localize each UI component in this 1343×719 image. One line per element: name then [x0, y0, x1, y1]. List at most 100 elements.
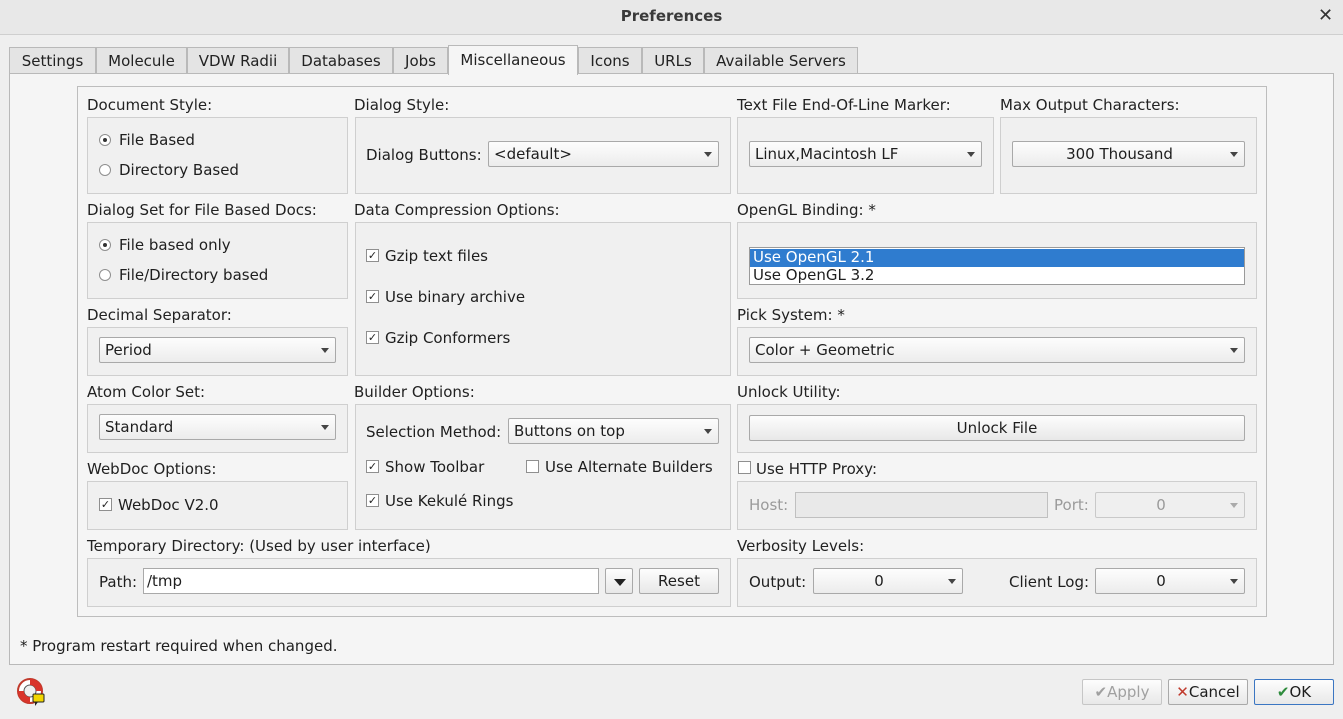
chevron-down-icon [1230, 152, 1238, 157]
temp-dir-label: Temporary Directory: (Used by user inter… [87, 537, 431, 555]
document-style-label: Document Style: [87, 96, 213, 114]
proxy-port-spinbox[interactable]: 0 [1095, 492, 1245, 518]
proxy-port-value: 0 [1156, 496, 1166, 514]
file-based-only-label: File based only [119, 236, 231, 254]
tab-available-servers[interactable]: Available Servers [704, 47, 858, 73]
client-log-spinbox[interactable]: 0 [1095, 568, 1245, 594]
gzip-conformers-checkbox[interactable]: ✓ [366, 331, 379, 344]
alternate-builders-label: Use Alternate Builders [545, 458, 713, 476]
webdoc-checkbox[interactable]: ✓ [99, 498, 112, 511]
file-directory-based-label: File/Directory based [119, 266, 269, 284]
webdoc-item-label: WebDoc V2.0 [118, 496, 219, 514]
selection-method-combo[interactable]: Buttons on top [508, 418, 719, 444]
path-value: /tmp [147, 572, 183, 590]
binary-archive-checkbox[interactable]: ✓ [366, 290, 379, 303]
reset-button[interactable]: Reset [639, 568, 719, 594]
opengl-label: OpenGL Binding: * [737, 201, 876, 219]
radio-file-based[interactable] [99, 134, 111, 146]
chevron-down-icon [1230, 503, 1238, 508]
gzip-text-checkbox[interactable]: ✓ [366, 249, 379, 262]
client-log-label: Client Log: [1009, 573, 1090, 591]
restart-note: * Program restart required when changed. [20, 637, 338, 655]
tab-icons[interactable]: Icons [578, 47, 642, 73]
compression-label: Data Compression Options: [354, 201, 560, 219]
apply-button[interactable]: ✔Apply [1082, 679, 1162, 705]
max-output-label: Max Output Characters: [1000, 96, 1180, 114]
window-title: Preferences [620, 7, 723, 25]
path-input[interactable]: /tmp [143, 568, 599, 594]
selection-method-value: Buttons on top [514, 422, 625, 440]
decimal-separator-label: Decimal Separator: [87, 306, 232, 324]
checkmark-icon: ✔ [1276, 683, 1290, 701]
checkmark-icon: ✔ [1094, 683, 1108, 701]
dialog-set-group [87, 222, 348, 299]
opengl-dropdown-list[interactable]: Use OpenGL 2.1 Use OpenGL 3.2 [749, 247, 1245, 285]
http-proxy-label: Use HTTP Proxy: [756, 460, 877, 478]
decimal-separator-value: Period [105, 341, 152, 359]
atom-color-value: Standard [105, 418, 174, 436]
document-style-group [87, 117, 348, 194]
webdoc-label: WebDoc Options: [87, 460, 217, 478]
kekule-rings-checkbox[interactable]: ✓ [366, 494, 379, 507]
chevron-down-icon [321, 348, 329, 353]
atom-color-label: Atom Color Set: [87, 383, 206, 401]
cancel-button[interactable]: ✕Cancel [1168, 679, 1248, 705]
opengl-option-2-1[interactable]: Use OpenGL 2.1 [750, 249, 1244, 267]
tab-databases[interactable]: Databases [289, 47, 393, 73]
chevron-down-icon [704, 429, 712, 434]
chevron-down-icon [1230, 348, 1238, 353]
alternate-builders-checkbox[interactable] [526, 460, 539, 473]
opengl-option-3-2[interactable]: Use OpenGL 3.2 [750, 267, 1244, 285]
eol-value: Linux,Macintosh LF [755, 145, 899, 163]
tab-molecule[interactable]: Molecule [96, 47, 187, 73]
unlock-file-button[interactable]: Unlock File [749, 415, 1245, 441]
dialog-buttons-value: <default> [494, 145, 572, 163]
path-label: Path: [99, 573, 138, 591]
dialog-buttons-label: Dialog Buttons: [366, 146, 482, 164]
tab-urls[interactable]: URLs [642, 47, 704, 73]
output-level-value: 0 [874, 572, 884, 590]
pick-system-combo[interactable]: Color + Geometric [749, 337, 1245, 363]
selection-method-label: Selection Method: [366, 423, 502, 441]
eol-combo[interactable]: Linux,Macintosh LF [749, 141, 982, 167]
x-icon: ✕ [1176, 683, 1189, 701]
atom-color-combo[interactable]: Standard [99, 414, 336, 440]
ok-button[interactable]: ✔OK [1254, 679, 1334, 705]
help-lifebuoy-icon[interactable] [16, 677, 46, 707]
tab-vdw-radii[interactable]: VDW Radii [187, 47, 289, 73]
kekule-rings-label: Use Kekulé Rings [385, 492, 514, 510]
chevron-down-icon [967, 152, 975, 157]
show-toolbar-label: Show Toolbar [385, 458, 485, 476]
tab-jobs[interactable]: Jobs [393, 47, 448, 73]
proxy-host-label: Host: [749, 496, 789, 514]
triangle-down-icon [614, 579, 626, 586]
output-level-spinbox[interactable]: 0 [813, 568, 963, 594]
close-icon[interactable]: ✕ [1318, 5, 1333, 26]
max-output-combo[interactable]: 300 Thousand [1012, 141, 1245, 167]
decimal-separator-combo[interactable]: Period [99, 337, 336, 363]
radio-directory-based[interactable] [99, 164, 111, 176]
radio-file-based-only[interactable] [99, 239, 111, 251]
client-log-value: 0 [1156, 572, 1166, 590]
output-label: Output: [749, 573, 807, 591]
dialog-style-label: Dialog Style: [354, 96, 450, 114]
chevron-down-icon [1230, 579, 1238, 584]
proxy-host-input[interactable] [795, 492, 1048, 518]
verbosity-label: Verbosity Levels: [737, 537, 865, 555]
binary-archive-label: Use binary archive [385, 288, 526, 306]
directory-based-label: Directory Based [119, 161, 239, 179]
max-output-value: 300 Thousand [1066, 145, 1173, 163]
http-proxy-checkbox[interactable] [738, 461, 751, 474]
tab-miscellaneous[interactable]: Miscellaneous [448, 45, 578, 75]
show-toolbar-checkbox[interactable]: ✓ [366, 460, 379, 473]
gzip-text-label: Gzip text files [385, 247, 488, 265]
gzip-conformers-label: Gzip Conformers [385, 329, 511, 347]
pick-system-label: Pick System: * [737, 306, 845, 324]
builder-options-label: Builder Options: [354, 383, 475, 401]
radio-file-directory-based[interactable] [99, 269, 111, 281]
chevron-down-icon [321, 425, 329, 430]
eol-label: Text File End-Of-Line Marker: [737, 96, 951, 114]
tab-settings[interactable]: Settings [9, 47, 96, 73]
dialog-buttons-combo[interactable]: <default> [488, 141, 719, 167]
path-history-button[interactable] [605, 568, 633, 594]
